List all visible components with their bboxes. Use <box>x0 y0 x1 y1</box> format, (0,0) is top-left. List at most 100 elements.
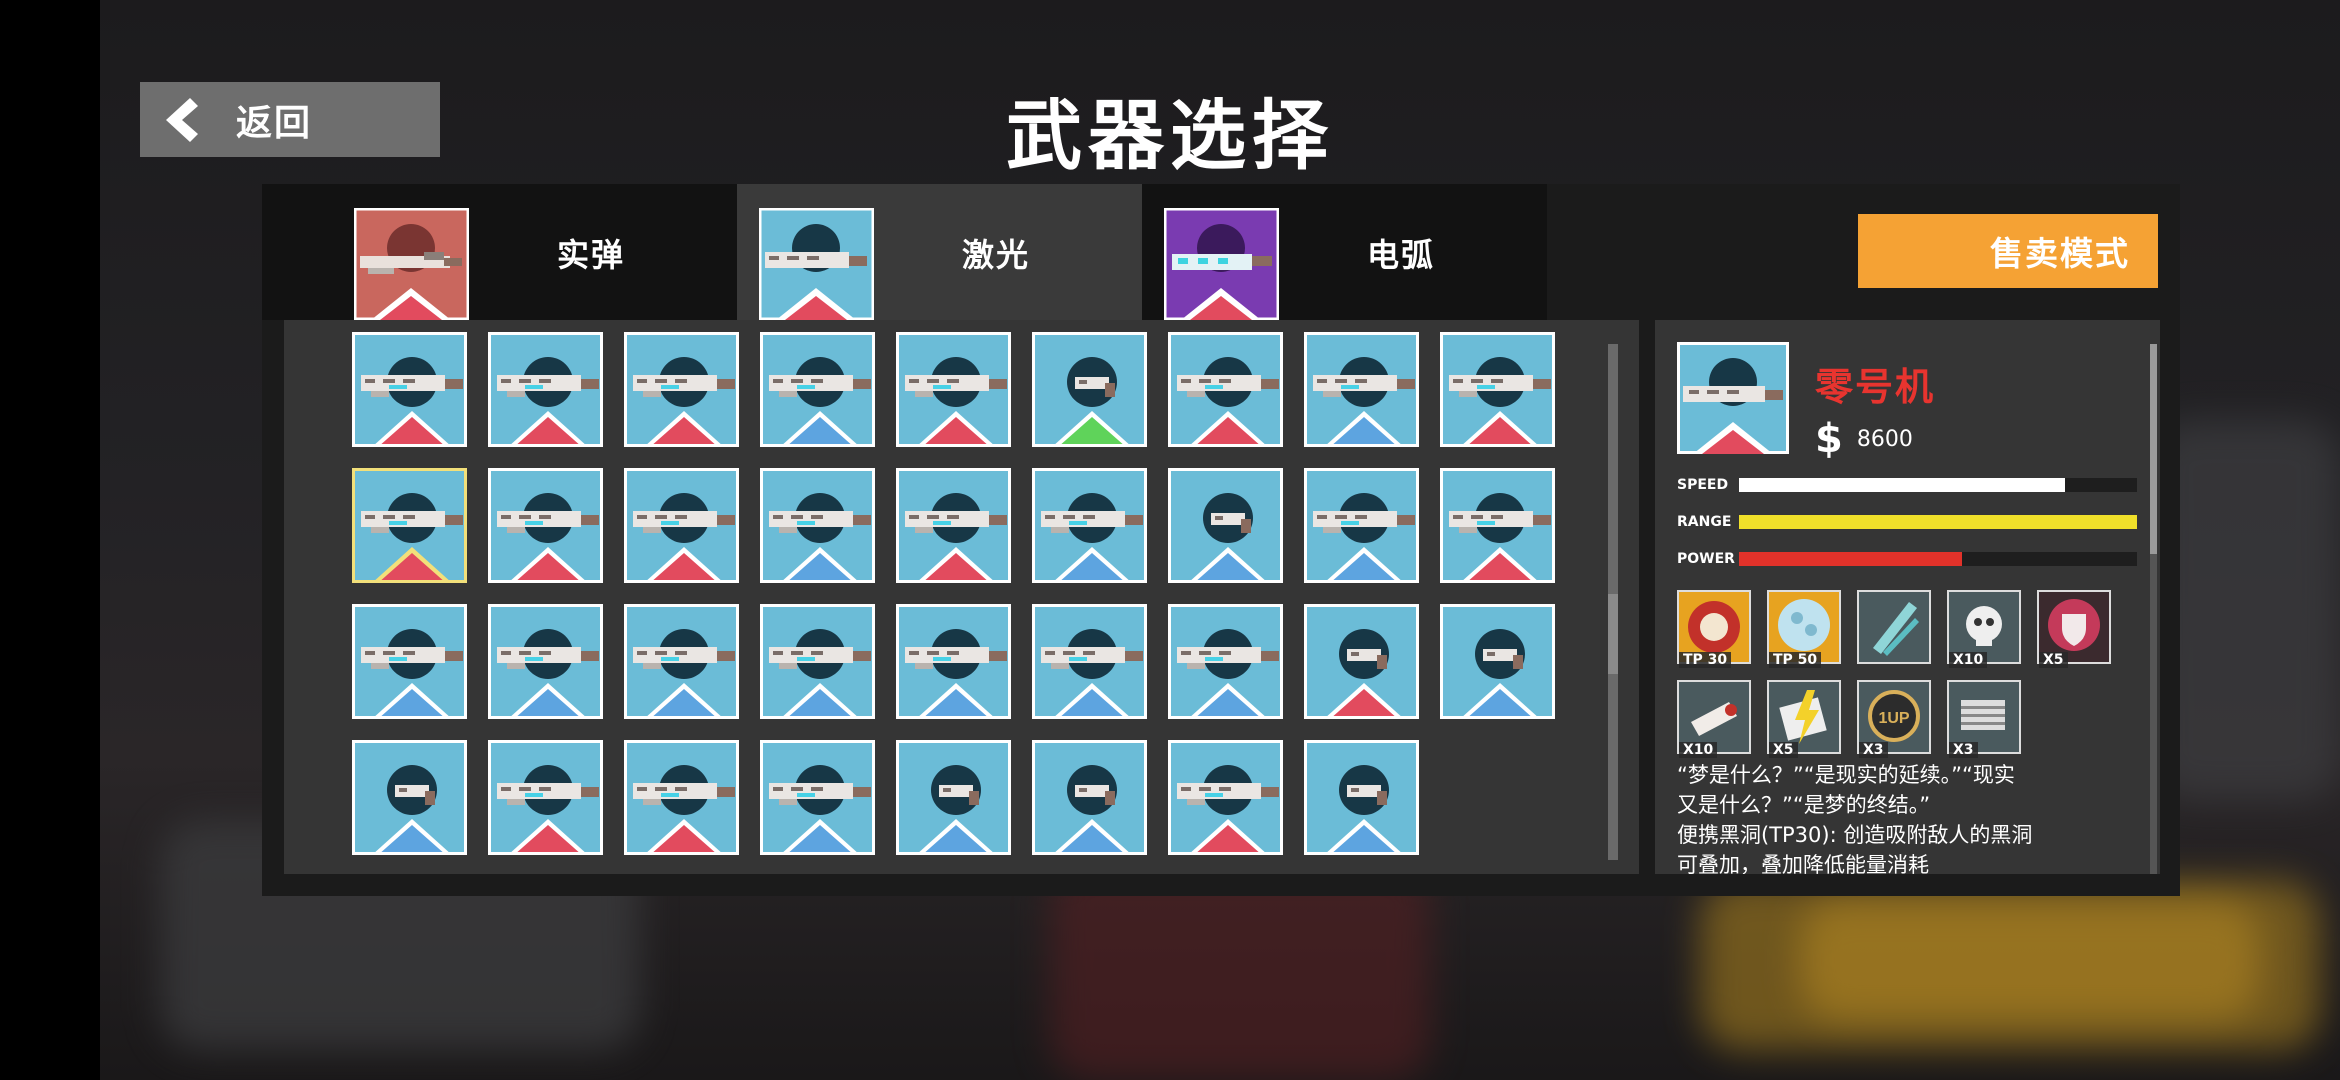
tile-frame <box>760 468 875 583</box>
pistol-weapon-tile[interactable] <box>1440 604 1555 719</box>
tile-frame <box>896 332 1011 447</box>
blade-icon[interactable] <box>1857 590 1931 664</box>
tile-frame <box>1440 332 1555 447</box>
pistol-weapon-tile[interactable] <box>896 740 1011 855</box>
arc-gun-icon <box>1163 207 1280 324</box>
rifle-weapon-tile[interactable] <box>488 604 603 719</box>
sell-mode-button[interactable]: 售卖模式 <box>1858 214 2158 288</box>
rifle-weapon-tile[interactable] <box>624 468 739 583</box>
rifle-weapon-tile[interactable] <box>1304 332 1419 447</box>
tab-arc[interactable]: 电弧 <box>1142 184 1547 321</box>
tile-rank-triangle <box>922 825 990 852</box>
detail-scrollbar-thumb[interactable] <box>2150 344 2157 554</box>
tile-rank-triangle <box>650 553 718 580</box>
rifle-weapon-tile[interactable] <box>760 332 875 447</box>
rifle-weapon-tile[interactable] <box>624 604 739 719</box>
stat-speed-label: SPEED <box>1677 477 1729 493</box>
detail-scrollbar[interactable] <box>2150 344 2157 874</box>
tab-kinetic[interactable]: 实弹 <box>262 184 737 321</box>
tile-frame <box>488 332 603 447</box>
stat-power: POWER <box>1677 551 2137 567</box>
tile-rank-triangle <box>786 553 854 580</box>
rifle-weapon-tile[interactable] <box>352 604 467 719</box>
tile-frame <box>1440 468 1555 583</box>
rifle-weapon-tile[interactable] <box>760 740 875 855</box>
rifle-weapon-tile[interactable] <box>1168 604 1283 719</box>
tile-frame <box>760 604 875 719</box>
tile-frame <box>1032 604 1147 719</box>
laser-gun-icon <box>758 207 875 324</box>
weapon-panel: 实弹 激光 电弧 售卖模式 零号机 $ 8600 SPEED RANGE POW… <box>262 184 2180 896</box>
rifle-weapon-tile[interactable] <box>1168 332 1283 447</box>
rifle-weapon-tile[interactable] <box>488 468 603 583</box>
rifle-weapon-tile[interactable] <box>352 468 467 583</box>
tile-rank-triangle <box>1330 689 1398 716</box>
tile-rank-triangle <box>514 689 582 716</box>
tile-frame <box>352 468 467 583</box>
ammo-icon[interactable]: X10 <box>1677 680 1751 758</box>
currency-icon: $ <box>1815 416 1843 462</box>
tile-frame <box>1168 740 1283 855</box>
tab-kinetic-label: 实弹 <box>557 236 626 274</box>
tile-rank-triangle <box>1058 553 1126 580</box>
grid-scrollbar[interactable] <box>1608 344 1618 860</box>
rifle-weapon-tile[interactable] <box>896 332 1011 447</box>
pistol-weapon-tile[interactable] <box>1304 604 1419 719</box>
tile-rank-triangle <box>1466 689 1534 716</box>
rifle-weapon-tile[interactable] <box>1032 604 1147 719</box>
tile-rank-triangle <box>378 553 446 580</box>
armor-plate-icon[interactable]: X3 <box>1947 680 2021 758</box>
pistol-weapon-tile[interactable] <box>1304 740 1419 855</box>
stat-speed: SPEED <box>1677 477 2137 493</box>
tile-rank-triangle <box>922 417 990 444</box>
stat-power-label: POWER <box>1677 551 1735 567</box>
pistol-weapon-tile[interactable] <box>1032 332 1147 447</box>
rifle-weapon-tile[interactable] <box>1032 468 1147 583</box>
rifle-weapon-tile[interactable] <box>352 332 467 447</box>
tile-frame <box>624 740 739 855</box>
rifle-weapon-tile[interactable] <box>624 740 739 855</box>
saw-blade-icon[interactable]: TP 30 <box>1677 590 1751 668</box>
stat-range-label: RANGE <box>1677 514 1732 530</box>
weapon-price-value: 8600 <box>1856 426 1913 452</box>
tile-rank-triangle <box>1194 417 1262 444</box>
rifle-weapon-tile[interactable] <box>1304 468 1419 583</box>
tile-rank-triangle <box>1194 689 1262 716</box>
rifle-weapon-tile[interactable] <box>896 604 1011 719</box>
rifle-weapon-tile[interactable] <box>488 740 603 855</box>
tile-rank-triangle <box>1194 553 1262 580</box>
tile-rank-triangle <box>650 689 718 716</box>
rifle-weapon-tile[interactable] <box>760 604 875 719</box>
weapon-grid-area <box>284 320 1639 874</box>
tile-frame <box>488 468 603 583</box>
tile-frame <box>1168 604 1283 719</box>
tile-rank-triangle <box>786 417 854 444</box>
pistol-weapon-tile[interactable] <box>1032 740 1147 855</box>
pistol-weapon-tile[interactable] <box>1168 468 1283 583</box>
stat-range-bar <box>1739 515 2137 529</box>
rifle-weapon-tile[interactable] <box>1440 468 1555 583</box>
tile-frame <box>760 332 875 447</box>
1up-coin-icon[interactable]: 1UP X3 <box>1857 680 1931 758</box>
tab-laser[interactable]: 激光 <box>737 184 1142 321</box>
rifle-weapon-tile[interactable] <box>488 332 603 447</box>
shield-icon[interactable]: X5 <box>2037 590 2111 668</box>
tile-frame <box>1304 468 1419 583</box>
tile-rank-triangle <box>514 825 582 852</box>
rifle-weapon-tile[interactable] <box>1168 740 1283 855</box>
lightning-icon[interactable]: X5 <box>1767 680 1841 758</box>
grid-scrollbar-thumb[interactable] <box>1608 594 1618 674</box>
rifle-weapon-tile[interactable] <box>760 468 875 583</box>
pistol-weapon-tile[interactable] <box>352 740 467 855</box>
energy-ball-icon[interactable]: TP 50 <box>1767 590 1841 668</box>
skull-icon[interactable]: X10 <box>1947 590 2021 668</box>
tile-frame <box>896 468 1011 583</box>
rifle-weapon-tile[interactable] <box>1440 332 1555 447</box>
tile-rank-triangle <box>922 689 990 716</box>
rifle-weapon-tile[interactable] <box>896 468 1011 583</box>
tile-frame <box>1032 468 1147 583</box>
tab-arc-label: 电弧 <box>1367 236 1436 274</box>
tile-frame <box>1168 332 1283 447</box>
rifle-weapon-tile[interactable] <box>624 332 739 447</box>
tile-rank-triangle <box>514 417 582 444</box>
